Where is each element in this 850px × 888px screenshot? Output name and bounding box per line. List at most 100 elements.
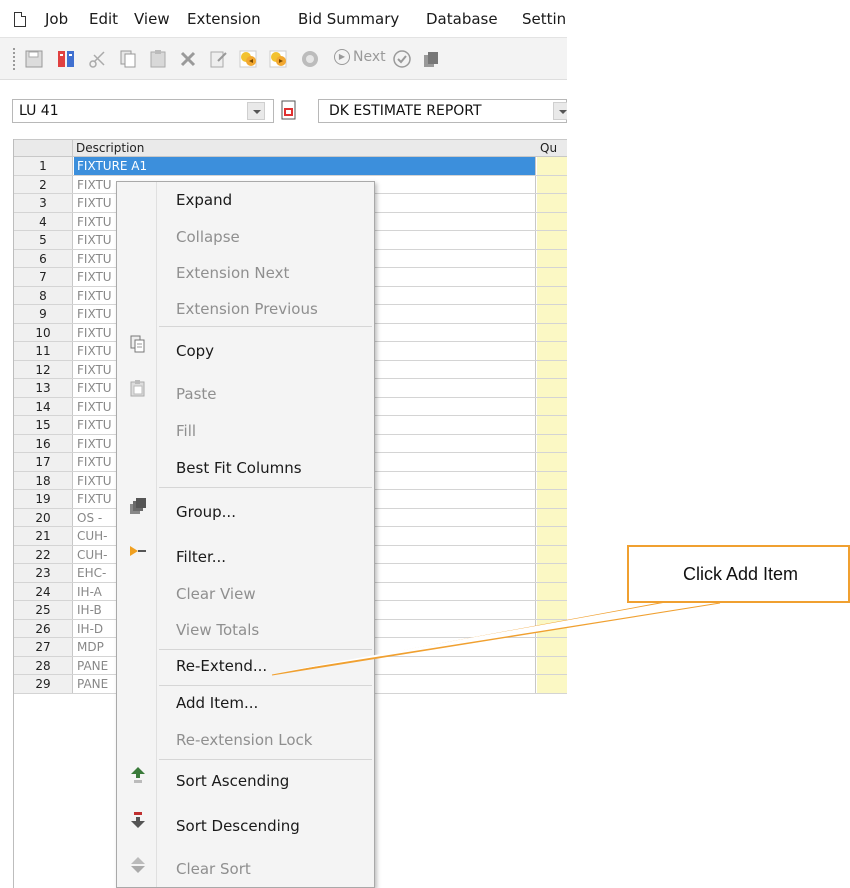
row-number[interactable]: 5 (14, 231, 73, 249)
menu-item-copy[interactable]: Copy (176, 342, 214, 360)
quantity-cell[interactable] (537, 379, 567, 397)
delete-icon[interactable] (178, 49, 198, 69)
save-icon[interactable] (24, 49, 44, 69)
extension-previous-icon[interactable] (238, 49, 258, 69)
quantity-cell[interactable] (537, 582, 567, 600)
row-number[interactable]: 7 (14, 268, 73, 286)
menu-item-sort-ascending[interactable]: Sort Ascending (176, 772, 289, 790)
row-number[interactable]: 11 (14, 342, 73, 360)
row-number[interactable]: 24 (14, 582, 73, 600)
paste-icon[interactable] (148, 49, 168, 69)
compare-icon[interactable] (56, 49, 76, 69)
quantity-cell[interactable] (537, 490, 567, 508)
row-number[interactable]: 19 (14, 490, 73, 508)
quantity-cell[interactable] (537, 638, 567, 656)
chevron-down-icon[interactable] (553, 102, 567, 120)
quantity-cell[interactable] (537, 268, 567, 286)
check-circle-icon[interactable] (392, 49, 412, 69)
description-cell[interactable]: FIXTURE A1 (74, 157, 536, 175)
row-selector-header[interactable] (14, 140, 73, 158)
quantity-cell[interactable] (537, 508, 567, 526)
row-number[interactable]: 28 (14, 656, 73, 674)
quantity-cell[interactable] (537, 601, 567, 619)
menu-item-re-extend[interactable]: Re-Extend... (176, 657, 267, 675)
quantity-cell[interactable] (537, 416, 567, 434)
row-number[interactable]: 8 (14, 286, 73, 304)
quantity-cell[interactable] (537, 564, 567, 582)
menu-item-add-item[interactable]: Add Item... (176, 694, 258, 712)
quantity-cell[interactable] (537, 286, 567, 304)
column-header-quantity[interactable]: Qu (540, 141, 557, 155)
extension-next-icon[interactable] (268, 49, 288, 69)
table-row[interactable]: 1 FIXTURE A1 (14, 157, 567, 176)
menu-view[interactable]: View (134, 10, 170, 28)
cut-icon[interactable] (88, 49, 108, 69)
menu-item-expand[interactable]: Expand (176, 191, 232, 209)
quantity-cell[interactable] (537, 157, 567, 175)
quantity-cell[interactable] (537, 305, 567, 323)
quantity-cell[interactable] (537, 675, 567, 693)
menu-item-sort-descending[interactable]: Sort Descending (176, 817, 300, 835)
quantity-cell[interactable] (537, 453, 567, 471)
quantity-cell[interactable] (537, 342, 567, 360)
row-number[interactable]: 22 (14, 545, 73, 563)
document-icon[interactable] (14, 12, 26, 27)
quantity-cell[interactable] (537, 527, 567, 545)
report-pages-icon[interactable] (422, 49, 442, 69)
stop-icon[interactable] (300, 49, 320, 69)
quantity-cell[interactable] (537, 212, 567, 230)
row-number[interactable]: 26 (14, 619, 73, 637)
toolbar-grip[interactable] (13, 48, 15, 70)
row-number[interactable]: 2 (14, 175, 73, 193)
menu-separator (159, 649, 372, 650)
chevron-down-icon[interactable] (247, 102, 265, 120)
row-number[interactable]: 10 (14, 323, 73, 341)
row-number[interactable]: 21 (14, 527, 73, 545)
row-number[interactable]: 9 (14, 305, 73, 323)
row-number[interactable]: 25 (14, 601, 73, 619)
menu-item-filter[interactable]: Filter... (176, 548, 226, 566)
quantity-cell[interactable] (537, 471, 567, 489)
menu-bid-summary[interactable]: Bid Summary (298, 10, 399, 28)
row-number[interactable]: 27 (14, 638, 73, 656)
quantity-cell[interactable] (537, 619, 567, 637)
row-number[interactable]: 29 (14, 675, 73, 693)
row-number[interactable]: 14 (14, 397, 73, 415)
menu-job[interactable]: Job (45, 10, 68, 28)
row-number[interactable]: 20 (14, 508, 73, 526)
column-header-description[interactable]: Description (76, 141, 144, 155)
menu-item-group[interactable]: Group... (176, 503, 236, 521)
menu-database[interactable]: Database (426, 10, 498, 28)
edit-document-icon[interactable] (208, 49, 228, 69)
copy-icon[interactable] (118, 49, 138, 69)
quantity-cell[interactable] (537, 175, 567, 193)
row-number[interactable]: 16 (14, 434, 73, 452)
quantity-cell[interactable] (537, 397, 567, 415)
report-document-icon[interactable] (280, 99, 298, 121)
row-number[interactable]: 4 (14, 212, 73, 230)
quantity-cell[interactable] (537, 231, 567, 249)
menu-settings[interactable]: Settin (522, 10, 566, 28)
quantity-cell[interactable] (537, 194, 567, 212)
next-button[interactable]: ▶ Next (334, 49, 386, 65)
menu-edit[interactable]: Edit (89, 10, 118, 28)
quantity-cell[interactable] (537, 323, 567, 341)
row-number[interactable]: 13 (14, 379, 73, 397)
row-number[interactable]: 18 (14, 471, 73, 489)
row-number[interactable]: 12 (14, 360, 73, 378)
row-number[interactable]: 3 (14, 194, 73, 212)
job-selector-combo[interactable]: LU 41 (12, 99, 274, 123)
row-number[interactable]: 15 (14, 416, 73, 434)
row-number[interactable]: 1 (14, 157, 73, 175)
quantity-cell[interactable] (537, 360, 567, 378)
quantity-cell[interactable] (537, 656, 567, 674)
quantity-cell[interactable] (537, 434, 567, 452)
menu-item-best-fit-columns[interactable]: Best Fit Columns (176, 459, 302, 477)
row-number[interactable]: 17 (14, 453, 73, 471)
row-number[interactable]: 23 (14, 564, 73, 582)
report-selector-combo[interactable]: DK ESTIMATE REPORT (318, 99, 567, 123)
row-number[interactable]: 6 (14, 249, 73, 267)
menu-extension[interactable]: Extension (187, 10, 261, 28)
quantity-cell[interactable] (537, 249, 567, 267)
quantity-cell[interactable] (537, 545, 567, 563)
